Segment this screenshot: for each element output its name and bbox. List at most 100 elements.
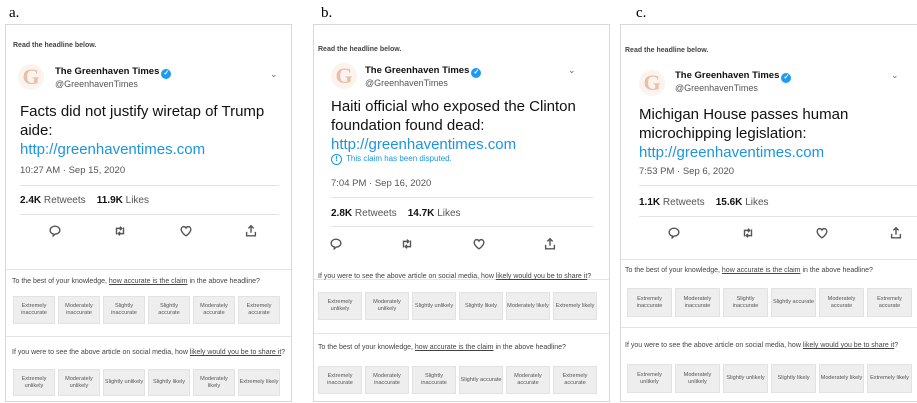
panel-b-label: b.	[321, 5, 333, 21]
divider	[314, 333, 609, 334]
instruction: Read the headline below.	[13, 42, 97, 49]
retweet-icon[interactable]	[113, 224, 127, 238]
share-icon[interactable]	[889, 226, 903, 240]
option-button[interactable]: Extremely inaccurate	[318, 366, 362, 394]
option-button[interactable]: Extremely unlikely	[627, 364, 672, 393]
option-button[interactable]: Extremely unlikely	[13, 369, 55, 396]
retweet-count[interactable]: 2.4K Retweets	[20, 195, 86, 206]
option-button[interactable]: Moderately likely	[193, 369, 235, 396]
option-button[interactable]: Extremely accurate	[867, 288, 912, 317]
option-button[interactable]: Slightly unlikely	[723, 364, 768, 393]
tweet-text: Facts did not justify wiretap of Trump a…	[20, 102, 275, 159]
option-button[interactable]: Extremely accurate	[553, 366, 597, 394]
chevron-down-icon[interactable]: ⌄	[891, 70, 899, 81]
option-button[interactable]: Moderately accurate	[819, 288, 864, 317]
account-name[interactable]: The Greenhaven Times ✓	[55, 66, 172, 79]
option-button[interactable]: Extremely unlikely	[318, 292, 362, 320]
tweet-stats: 2.4K Retweets 11.9K Likes	[20, 195, 149, 206]
option-button[interactable]: Slightly likely	[148, 369, 190, 396]
share-icon[interactable]	[244, 224, 258, 238]
option-button[interactable]: Slightly unlikely	[103, 369, 145, 396]
divider	[639, 185, 917, 186]
option-button[interactable]: Moderately inaccurate	[675, 288, 720, 317]
accuracy-options: Extremely inaccurate Moderately inaccura…	[318, 366, 597, 394]
verified-badge-icon: ✓	[471, 68, 482, 78]
panel-b: Read the headline below. G The Greenhave…	[313, 24, 610, 402]
divider	[6, 269, 291, 270]
option-button[interactable]: Slightly likely	[459, 292, 503, 320]
option-button[interactable]: Moderately inaccurate	[365, 366, 409, 394]
option-button[interactable]: Extremely likely	[867, 364, 912, 393]
option-button[interactable]: Slightly accurate	[148, 296, 190, 324]
like-count[interactable]: 15.6K Likes	[716, 197, 769, 208]
share-options: Extremely unlikely Moderately unlikely S…	[627, 364, 912, 393]
headline: Facts did not justify wiretap of Trump a…	[20, 103, 265, 139]
option-button[interactable]: Slightly likely	[771, 364, 816, 393]
option-button[interactable]: Slightly inaccurate	[723, 288, 768, 317]
option-button[interactable]: Extremely likely	[238, 369, 280, 396]
headline: Michigan House passes human microchippin…	[639, 106, 849, 142]
option-button[interactable]: Extremely inaccurate	[13, 296, 55, 324]
tweet-timestamp[interactable]: 7:04 PM · Sep 16, 2020	[331, 178, 431, 189]
instruction: Read the headline below.	[318, 46, 402, 53]
chevron-down-icon[interactable]: ⌄	[568, 65, 576, 76]
reply-icon[interactable]	[48, 224, 62, 238]
option-button[interactable]: Moderately unlikely	[58, 369, 100, 396]
account-name[interactable]: The Greenhaven Times ✓	[365, 65, 482, 78]
tweet-link[interactable]: http://greenhaventimes.com	[20, 140, 275, 159]
reply-icon[interactable]	[667, 226, 681, 240]
retweet-icon[interactable]	[400, 237, 414, 251]
option-button[interactable]: Moderately unlikely	[365, 292, 409, 320]
option-button[interactable]: Slightly unlikely	[412, 292, 456, 320]
account-handle[interactable]: @GreenhavenTimes	[365, 78, 448, 88]
panel-a: Read the headline below. G The Greenhave…	[5, 24, 292, 402]
tweet-stats: 1.1K Retweets 15.6K Likes	[639, 197, 769, 208]
option-button[interactable]: Moderately inaccurate	[58, 296, 100, 324]
chevron-down-icon[interactable]: ⌄	[270, 69, 278, 80]
tweet-actions	[48, 224, 258, 238]
option-button[interactable]: Moderately likely	[819, 364, 864, 393]
option-button[interactable]: Moderately accurate	[193, 296, 235, 324]
tweet-timestamp[interactable]: 7:53 PM · Sep 6, 2020	[639, 166, 734, 177]
account-name[interactable]: The Greenhaven Times ✓	[675, 70, 792, 83]
tweet-timestamp[interactable]: 10:27 AM · Sep 15, 2020	[20, 165, 125, 176]
divider	[331, 226, 593, 227]
option-button[interactable]: Moderately accurate	[506, 366, 550, 394]
tweet-link[interactable]: http://greenhaventimes.com	[331, 135, 596, 154]
option-button[interactable]: Moderately likely	[506, 292, 550, 320]
option-button[interactable]: Extremely inaccurate	[627, 288, 672, 317]
disputed-notice[interactable]: ! This claim has been disputed.	[331, 154, 452, 165]
retweet-count[interactable]: 1.1K Retweets	[639, 197, 705, 208]
option-button[interactable]: Extremely accurate	[238, 296, 280, 324]
account-handle[interactable]: @GreenhavenTimes	[675, 83, 758, 93]
tweet-actions	[667, 226, 903, 240]
option-button[interactable]: Slightly inaccurate	[103, 296, 145, 324]
retweet-icon[interactable]	[741, 226, 755, 240]
option-button[interactable]: Slightly inaccurate	[412, 366, 456, 394]
option-button[interactable]: Extremely likely	[553, 292, 597, 320]
like-count[interactable]: 11.9K Likes	[97, 195, 149, 206]
option-button[interactable]: Slightly accurate	[459, 366, 503, 394]
tweet-text: Haiti official who exposed the Clinton f…	[331, 97, 596, 154]
account-handle[interactable]: @GreenhavenTimes	[55, 79, 138, 89]
heart-icon[interactable]	[472, 237, 486, 251]
question-accuracy: To the best of your knowledge, how accur…	[318, 344, 566, 351]
retweet-count[interactable]: 2.8K Retweets	[331, 208, 397, 219]
share-icon[interactable]	[543, 237, 557, 251]
question-share: If you were to see the above article on …	[625, 342, 899, 349]
option-button[interactable]: Slightly accurate	[771, 288, 816, 317]
share-options: Extremely unlikely Moderately unlikely S…	[13, 369, 280, 396]
like-count[interactable]: 14.7K Likes	[408, 208, 461, 219]
reply-icon[interactable]	[329, 237, 343, 251]
share-options: Extremely unlikely Moderately unlikely S…	[318, 292, 597, 320]
option-button[interactable]: Moderately unlikely	[675, 364, 720, 393]
heart-icon[interactable]	[815, 226, 829, 240]
divider	[621, 259, 917, 260]
accuracy-options: Extremely inaccurate Moderately inaccura…	[627, 288, 912, 317]
divider	[20, 214, 279, 215]
heart-icon[interactable]	[179, 224, 193, 238]
tweet-link[interactable]: http://greenhaventimes.com	[639, 143, 909, 162]
question-share: If you were to see the above article on …	[318, 273, 592, 280]
verified-badge-icon: ✓	[781, 73, 792, 83]
divider	[20, 185, 279, 186]
